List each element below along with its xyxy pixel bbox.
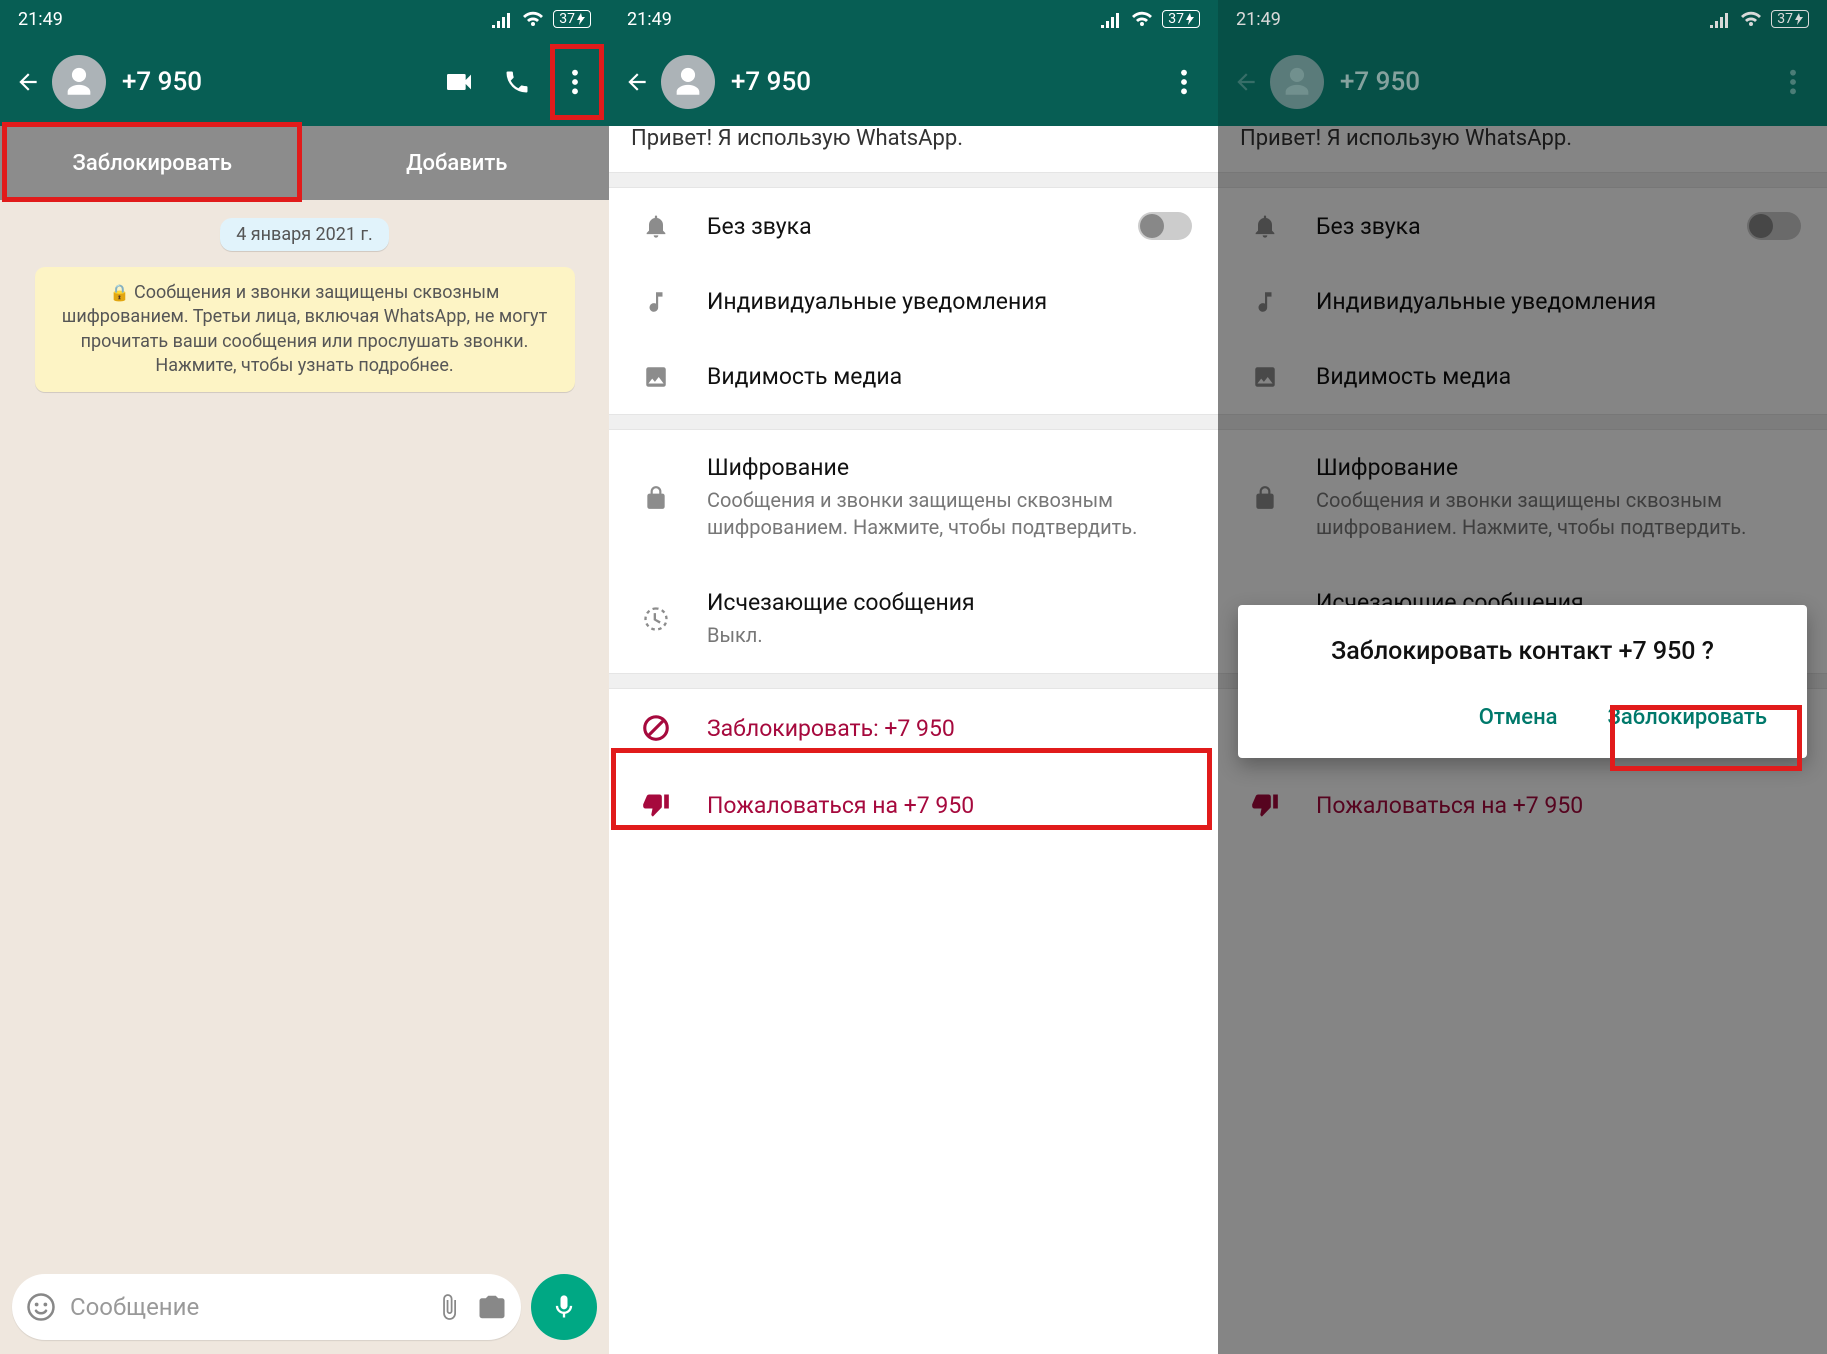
message-input[interactable]: Сообщение <box>12 1274 521 1340</box>
emoji-icon[interactable] <box>26 1292 56 1322</box>
add-tab[interactable]: Добавить <box>305 126 610 200</box>
media-visibility-row[interactable]: Видимость медиа <box>609 339 1218 414</box>
status-time: 21:49 <box>18 9 63 30</box>
contact-name[interactable]: +7 950 <box>122 67 425 97</box>
avatar[interactable] <box>661 55 715 109</box>
custom-notifications-row[interactable]: Индивидуальные уведомления <box>609 264 1218 339</box>
highlight-confirm-button <box>1610 705 1802 771</box>
highlight-block-tab <box>2 122 302 202</box>
status-icons: 37 <box>491 10 591 28</box>
battery-indicator: 37 <box>1771 10 1809 28</box>
more-menu-button[interactable] <box>1160 68 1208 96</box>
back-icon <box>1232 69 1260 95</box>
status-time: 21:49 <box>627 9 672 30</box>
message-placeholder: Сообщение <box>70 1293 421 1321</box>
avatar <box>1270 55 1324 109</box>
info-header: +7 950 <box>1218 38 1827 126</box>
lock-icon <box>639 485 673 511</box>
wifi-icon <box>521 10 545 28</box>
wifi-icon <box>1130 10 1154 28</box>
mute-toggle[interactable] <box>1138 212 1192 240</box>
status-icons: 37 <box>1709 10 1809 28</box>
screen-block-dialog: 21:49 37 +7 950 Привет! Я использую What… <box>1218 0 1827 1354</box>
info-body: Привет! Я использую WhatsApp. Без звука … <box>609 126 1218 1354</box>
about-text: Привет! Я использую WhatsApp. <box>609 126 1218 172</box>
status-time: 21:49 <box>1236 9 1281 30</box>
input-bar: Сообщение <box>12 1274 597 1340</box>
timer-icon <box>639 605 673 633</box>
image-icon <box>639 364 673 390</box>
divider <box>609 673 1218 689</box>
block-icon <box>639 713 673 743</box>
encryption-row[interactable]: Шифрование Сообщения и звонки защищены с… <box>609 430 1218 565</box>
disappearing-row[interactable]: Исчезающие сообщения Выкл. <box>609 565 1218 673</box>
divider <box>609 172 1218 188</box>
signal-icon <box>491 10 513 28</box>
video-call-button[interactable] <box>435 66 483 98</box>
info-header: +7 950 <box>609 38 1218 126</box>
highlight-more-menu <box>550 44 604 120</box>
voice-call-button[interactable] <box>493 68 541 96</box>
screen-contact-info: 21:49 37 +7 950 Привет! Я использую What… <box>609 0 1218 1354</box>
chat-header: +7 950 <box>0 38 609 126</box>
highlight-block-row <box>611 748 1212 830</box>
signal-icon <box>1100 10 1122 28</box>
status-bar: 21:49 37 <box>1218 0 1827 38</box>
more-menu-button <box>1769 68 1817 96</box>
signal-icon <box>1709 10 1731 28</box>
back-icon[interactable] <box>14 69 42 95</box>
status-icons: 37 <box>1100 10 1200 28</box>
avatar[interactable] <box>52 55 106 109</box>
bell-icon <box>639 212 673 240</box>
status-bar: 21:49 37 <box>609 0 1218 38</box>
battery-indicator: 37 <box>1162 10 1200 28</box>
contact-name: +7 950 <box>1340 67 1759 97</box>
screen-chat: 21:49 37 +7 950 Заблокировать Добави <box>0 0 609 1354</box>
mic-button[interactable] <box>531 1274 597 1340</box>
date-pill: 4 января 2021 г. <box>220 218 389 251</box>
dialog-title: Заблокировать контакт +7 950 ? <box>1266 635 1779 669</box>
music-note-icon <box>639 289 673 315</box>
attach-icon[interactable] <box>435 1293 463 1321</box>
divider <box>609 414 1218 430</box>
back-icon[interactable] <box>623 69 651 95</box>
camera-icon[interactable] <box>477 1292 507 1322</box>
encryption-notice[interactable]: 🔒 Сообщения и звонки защищены сквозным ш… <box>35 267 575 392</box>
chat-background: 4 января 2021 г. 🔒 Сообщения и звонки за… <box>0 200 609 1354</box>
mute-row[interactable]: Без звука <box>609 188 1218 264</box>
contact-name[interactable]: +7 950 <box>731 67 1150 97</box>
battery-indicator: 37 <box>553 10 591 28</box>
status-bar: 21:49 37 <box>0 0 609 38</box>
wifi-icon <box>1739 10 1763 28</box>
cancel-button[interactable]: Отмена <box>1467 697 1570 738</box>
